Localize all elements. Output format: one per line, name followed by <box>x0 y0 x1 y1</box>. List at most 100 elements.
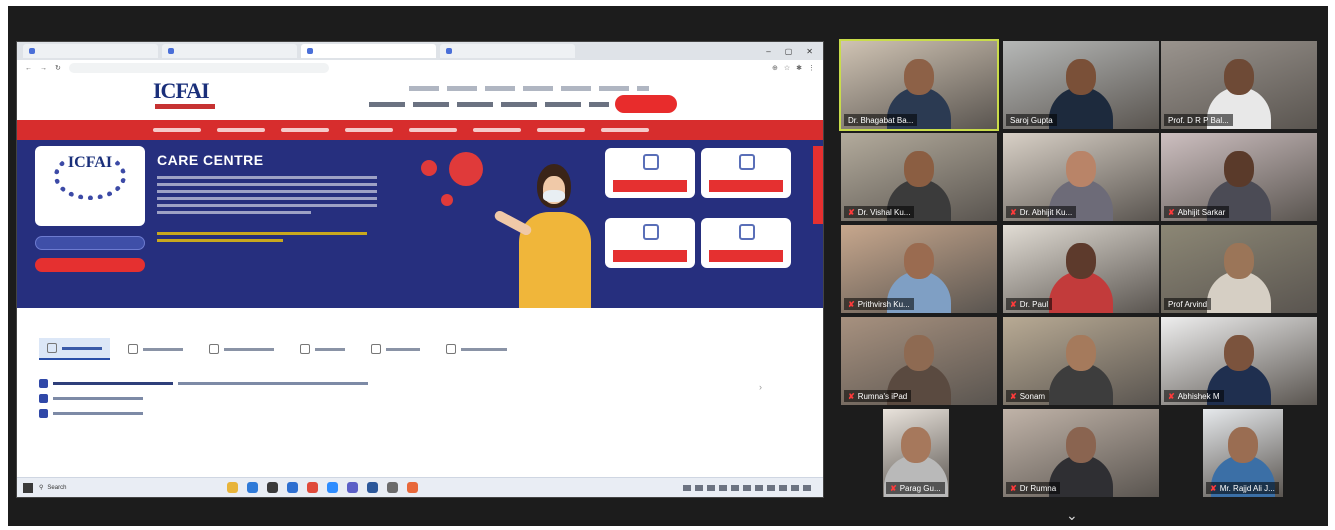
service-card-oxygen[interactable] <box>605 218 695 268</box>
forward-icon[interactable]: → <box>40 65 47 72</box>
site-logo[interactable]: ICFAI <box>153 78 210 104</box>
nav-item[interactable] <box>153 128 201 132</box>
medical-supplies-icon <box>209 344 219 354</box>
site-nav <box>17 120 823 140</box>
minimize-icon[interactable]: – <box>766 47 770 56</box>
participant-tile[interactable]: ✘ Abhishek M <box>1161 317 1317 405</box>
tab-medical-supplies[interactable] <box>201 338 282 360</box>
ambulance-icon <box>371 344 381 354</box>
participant-tile[interactable]: ✘ Rumna's iPad <box>841 317 997 405</box>
participant-name-bar: ✘ Parag Gu... <box>886 482 945 494</box>
checkbox-icon <box>39 409 48 418</box>
star-icon[interactable]: ☆ <box>784 64 790 72</box>
back-icon[interactable]: ← <box>25 65 32 72</box>
chevron-down-icon[interactable]: ⌄ <box>1066 507 1078 524</box>
participant-tile[interactable]: ✘ Dr. Vishal Ku... <box>841 133 997 221</box>
tab-helpline[interactable] <box>292 338 353 360</box>
start-icon[interactable] <box>23 482 33 493</box>
care-centre-badge: ICFAI <box>35 146 145 226</box>
tab-ambulance[interactable] <box>363 338 428 360</box>
participant-name-bar: ✘ Abhishek M <box>1164 390 1224 402</box>
mic-muted-icon: ✘ <box>1010 483 1017 493</box>
zoom-icon[interactable] <box>327 482 338 493</box>
nav-item[interactable] <box>281 128 329 132</box>
service-card-hospital-bed[interactable] <box>701 148 791 198</box>
participant-face <box>904 335 934 371</box>
url-field[interactable] <box>68 63 329 73</box>
browser-tab[interactable] <box>162 44 297 58</box>
hero-title: CARE CENTRE <box>157 152 264 168</box>
list-item[interactable] <box>39 406 368 421</box>
tab-covid-guide[interactable] <box>438 338 515 360</box>
taskbar-search[interactable]: ⚲ Search <box>39 482 199 494</box>
nav-item[interactable] <box>537 128 585 132</box>
participant-name: Abhishek M <box>1177 391 1220 401</box>
photos-icon[interactable] <box>407 482 418 493</box>
tab-favicon-icon <box>307 48 313 54</box>
zoom-icon[interactable]: ⊕ <box>772 64 778 72</box>
browser-address-bar: ← → ↻ ⊕ ☆ ✱ ⋮ <box>17 60 823 76</box>
participant-tile[interactable]: ✘ Mr. Rajjd Ali J... <box>1203 409 1283 497</box>
browser-tab-active[interactable] <box>301 44 436 58</box>
nav-item[interactable] <box>409 128 457 132</box>
virus-icon <box>421 160 437 176</box>
mic-muted-icon: ✘ <box>1010 299 1017 309</box>
tab-first-aid[interactable] <box>39 338 110 360</box>
participant-tile[interactable]: ✘ Parag Gu... <box>883 409 949 497</box>
browser-tab[interactable] <box>440 44 575 58</box>
tab-medical-care[interactable] <box>120 338 191 360</box>
hero-primary-button[interactable] <box>35 236 145 250</box>
participant-tile[interactable]: Dr. Bhagabat Ba... <box>839 39 999 131</box>
hero-secondary-button[interactable] <box>35 258 145 272</box>
nav-item[interactable] <box>473 128 521 132</box>
maximize-icon[interactable]: ▢ <box>785 47 793 56</box>
participant-tile[interactable]: ✘ Abhijit Sarkar <box>1161 133 1317 221</box>
participant-tile[interactable]: ✘ Sonam <box>1003 317 1159 405</box>
participant-tile[interactable]: Prof Arvind <box>1161 225 1317 313</box>
cta-button[interactable] <box>615 95 677 113</box>
meeting-stage: – ▢ ✕ ← → ↻ ⊕ ☆ ✱ ⋮ ICFAI ICFAI CARE CEN… <box>8 6 1328 503</box>
edge-icon[interactable] <box>247 482 258 493</box>
extensions-icon[interactable]: ✱ <box>796 64 802 72</box>
participant-name-bar: ✘ Abhijit Sarkar <box>1164 206 1230 218</box>
nav-item[interactable] <box>345 128 393 132</box>
windows-taskbar: ⚲ Search <box>17 477 823 497</box>
teams-icon[interactable] <box>347 482 358 493</box>
mic-muted-icon: ✘ <box>848 299 855 309</box>
service-label <box>709 180 783 192</box>
service-card-blood-plasma[interactable] <box>605 148 695 198</box>
settings-icon[interactable] <box>387 482 398 493</box>
participant-tile[interactable]: ✘ Dr. Paul <box>1003 225 1159 313</box>
participant-tile[interactable]: ✘ Prithvirsh Ku... <box>841 225 997 313</box>
mic-muted-icon: ✘ <box>1210 483 1217 493</box>
nav-item[interactable] <box>217 128 265 132</box>
participant-tile[interactable]: Saroj Gupta <box>1003 41 1159 129</box>
list-item[interactable] <box>39 376 368 391</box>
reload-icon[interactable]: ↻ <box>55 64 61 72</box>
list-item[interactable] <box>39 391 368 406</box>
oxygen-cylinder-icon <box>643 224 659 240</box>
participant-tile[interactable]: ✘ Dr. Abhijit Ku... <box>1003 133 1159 221</box>
participant-tile[interactable]: ✘ Dr Rumna <box>1003 409 1159 497</box>
participant-name-bar: ✘ Rumna's iPad <box>844 390 912 402</box>
chevron-right-icon[interactable]: › <box>759 382 762 392</box>
browser-tab[interactable] <box>23 44 158 58</box>
side-feedback-tab[interactable] <box>813 146 823 224</box>
ambulance-icon <box>739 224 755 240</box>
participant-tile[interactable]: Prof. D R P Bal... <box>1161 41 1317 129</box>
mail-icon[interactable] <box>287 482 298 493</box>
nav-item[interactable] <box>601 128 649 132</box>
chrome-icon[interactable] <box>307 482 318 493</box>
file-explorer-icon[interactable] <box>227 482 238 493</box>
store-icon[interactable] <box>267 482 278 493</box>
menu-icon[interactable]: ⋮ <box>808 64 815 72</box>
close-icon[interactable]: ✕ <box>806 47 813 56</box>
tab-favicon-icon <box>29 48 35 54</box>
system-tray[interactable] <box>683 484 813 491</box>
mic-muted-icon: ✘ <box>1168 207 1175 217</box>
participant-name: Prithvirsh Ku... <box>857 299 910 309</box>
service-card-ambulance[interactable] <box>701 218 791 268</box>
participant-name: Parag Gu... <box>899 483 941 493</box>
checklist <box>39 376 368 421</box>
word-icon[interactable] <box>367 482 378 493</box>
